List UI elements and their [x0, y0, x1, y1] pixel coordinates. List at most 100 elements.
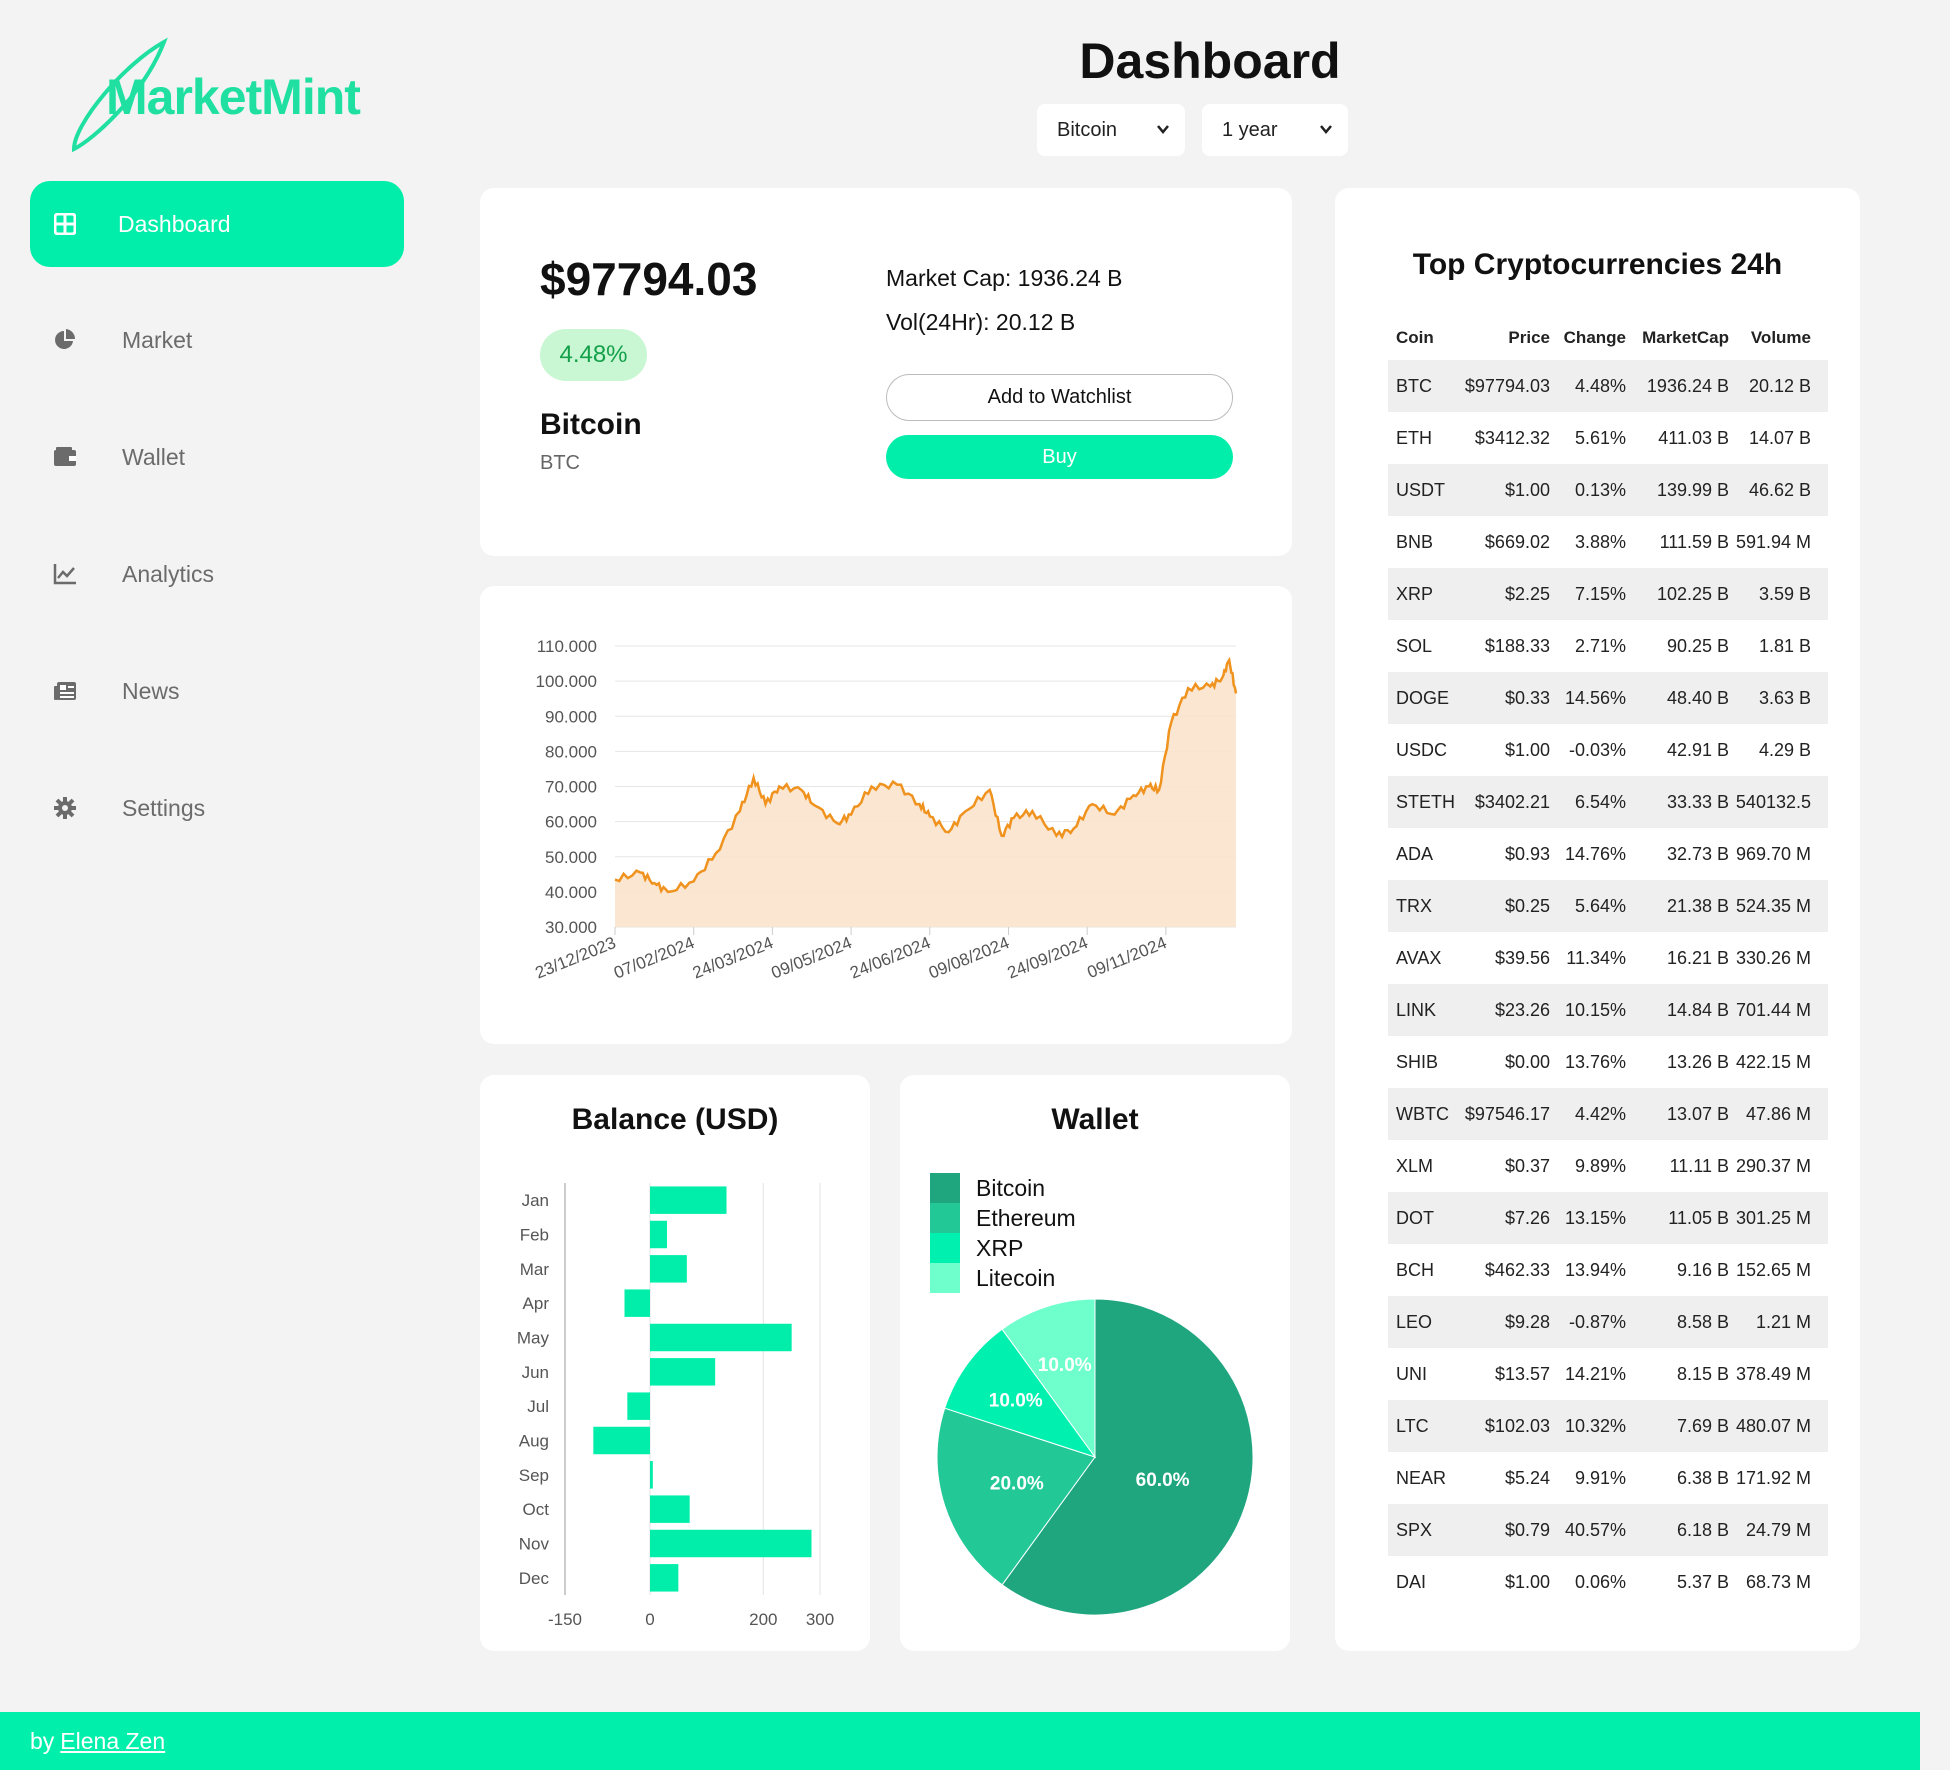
coin-select[interactable]: Bitcoin	[1037, 104, 1185, 156]
table-cell: $97546.17	[1464, 1103, 1550, 1124]
table-cell: 9.91%	[1574, 1467, 1626, 1488]
table-cell: $39.56	[1494, 947, 1550, 968]
period-select[interactable]: 1 year	[1202, 104, 1348, 156]
table-row[interactable]: LINK $23.26 10.15% 14.84 B 701.44 M	[1388, 984, 1828, 1036]
table-row[interactable]: LTC $102.03 10.32% 7.69 B 480.07 M	[1388, 1400, 1828, 1452]
table-cell: 11.05 B	[1668, 1207, 1729, 1228]
table-row[interactable]: SHIB $0.00 13.76% 13.26 B 422.15 M	[1388, 1036, 1828, 1088]
table-row[interactable]: LEO $9.28 -0.87% 8.58 B 1.21 M	[1388, 1296, 1828, 1348]
table-cell: 47.86 M	[1745, 1103, 1811, 1124]
change-badge: 4.48%	[540, 329, 647, 381]
table-row[interactable]: USDC $1.00 -0.03% 42.91 B 4.29 B	[1388, 724, 1828, 776]
y-tick-label: 50.000	[545, 848, 597, 867]
pie-value-label: 10.0%	[1038, 1355, 1092, 1376]
table-cell: $9.28	[1504, 1311, 1550, 1332]
table-cell: 16.21 B	[1666, 947, 1729, 968]
legend-swatch	[930, 1203, 960, 1233]
table-row[interactable]: ADA $0.93 14.76% 32.73 B 969.70 M	[1388, 828, 1828, 880]
table-cell: $0.25	[1504, 895, 1550, 916]
table-cell: USDC	[1396, 739, 1448, 760]
table-row[interactable]: ETH $3412.32 5.61% 411.03 B 14.07 B	[1388, 412, 1828, 464]
wallet-icon	[50, 442, 80, 472]
table-row[interactable]: UNI $13.57 14.21% 8.15 B 378.49 M	[1388, 1348, 1828, 1400]
table-cell: $188.33	[1484, 635, 1550, 656]
top-crypto-card: Top Cryptocurrencies 24h Coin Price Chan…	[1335, 188, 1860, 1651]
table-cell: LINK	[1396, 999, 1437, 1020]
table-cell: 4.48%	[1574, 375, 1626, 396]
bar	[650, 1220, 667, 1249]
table-row[interactable]: XLM $0.37 9.89% 11.11 B 290.37 M	[1388, 1140, 1828, 1192]
table-row[interactable]: DOT $7.26 13.15% 11.05 B 301.25 M	[1388, 1192, 1828, 1244]
table-cell: 1936.24 B	[1646, 375, 1729, 396]
table-cell: 2.71%	[1574, 635, 1626, 656]
table-cell: 48.40 B	[1666, 687, 1729, 708]
y-tick-label: 90.000	[545, 707, 597, 726]
table-row[interactable]: BNB $669.02 3.88% 111.59 B 591.94 M	[1388, 516, 1828, 568]
brand-logo[interactable]: MarketMint	[64, 34, 384, 159]
wallet-chart-card: Wallet Bitcoin Ethereum XRP Litecoin 60.0% 20…	[900, 1075, 1290, 1651]
legend-label: Ethereum	[976, 1205, 1076, 1231]
table-cell: 8.58 B	[1676, 1311, 1729, 1332]
x-tick-label: 24/09/2024	[1005, 933, 1091, 982]
balance-chart-title: Balance (USD)	[571, 1103, 779, 1136]
bar	[650, 1529, 812, 1558]
table-cell: 90.25 B	[1666, 635, 1729, 656]
sidebar-item-settings[interactable]: Settings	[30, 765, 404, 851]
table-cell: SHIB	[1396, 1051, 1439, 1072]
volume-24h: Vol(24Hr): 20.12 B	[886, 309, 1076, 335]
footer-prefix: by	[30, 1727, 55, 1754]
sidebar-item-analytics[interactable]: Analytics	[30, 531, 404, 617]
table-cell: LTC	[1396, 1415, 1429, 1436]
table-cell: 5.61%	[1574, 427, 1626, 448]
x-tick-label: 0	[645, 1610, 654, 1629]
table-cell: $2.25	[1504, 583, 1550, 604]
table-cell: SPX	[1396, 1519, 1433, 1540]
add-to-watchlist-button[interactable]: Add to Watchlist	[886, 374, 1233, 421]
table-row[interactable]: DOGE $0.33 14.56% 48.40 B 3.63 B	[1388, 672, 1828, 724]
chevron-down-icon	[1155, 120, 1171, 143]
table-row[interactable]: SOL $188.33 2.71% 90.25 B 1.81 B	[1388, 620, 1828, 672]
sidebar-item-market[interactable]: Market	[30, 297, 404, 383]
y-tick-label: Jul	[527, 1397, 549, 1416]
table-row[interactable]: DAI $1.00 0.06% 5.37 B 68.73 M	[1388, 1556, 1828, 1608]
sidebar-item-news[interactable]: News	[30, 648, 404, 734]
table-row[interactable]: AVAX $39.56 11.34% 16.21 B 330.26 M	[1388, 932, 1828, 984]
table-cell: 7.15%	[1574, 583, 1626, 604]
table-row[interactable]: SPX $0.79 40.57% 6.18 B 24.79 M	[1388, 1504, 1828, 1556]
bar	[627, 1392, 650, 1420]
bar	[650, 1186, 727, 1214]
table-cell: 540132.5	[1735, 791, 1811, 812]
grid-icon	[50, 209, 80, 239]
x-tick-label: -150	[548, 1610, 582, 1629]
table-row[interactable]: XRP $2.25 7.15% 102.25 B 3.59 B	[1388, 568, 1828, 620]
table-cell: USDT	[1396, 479, 1445, 500]
table-cell: 422.15 M	[1735, 1051, 1811, 1072]
table-cell: $1.00	[1504, 739, 1550, 760]
table-row[interactable]: USDT $1.00 0.13% 139.99 B 46.62 B	[1388, 464, 1828, 516]
table-row[interactable]: BTC $97794.03 4.48% 1936.24 B 20.12 B	[1388, 360, 1828, 412]
sidebar-item-dashboard[interactable]: Dashboard	[30, 181, 404, 267]
y-tick-label: Oct	[523, 1500, 550, 1519]
y-tick-label: 30.000	[545, 918, 597, 937]
table-row[interactable]: WBTC $97546.17 4.42% 13.07 B 47.86 M	[1388, 1088, 1828, 1140]
x-tick-label: 23/12/2023	[532, 933, 618, 982]
table-row[interactable]: STETH $3402.21 6.54% 33.33 B 540132.5	[1388, 776, 1828, 828]
author-link[interactable]: Elena Zen	[60, 1728, 165, 1755]
table-cell: $1.00	[1504, 1571, 1550, 1592]
table-cell: NEAR	[1396, 1467, 1447, 1488]
table-row[interactable]: BCH $462.33 13.94% 9.16 B 152.65 M	[1388, 1244, 1828, 1296]
table-cell: 10.32%	[1564, 1415, 1626, 1436]
table-cell: 3.63 B	[1758, 687, 1811, 708]
table-cell: -0.03%	[1568, 739, 1626, 760]
table-cell: 14.76%	[1564, 843, 1626, 864]
top-crypto-table: Coin Price Change MarketCap Volume BTC $9…	[1388, 316, 1828, 1608]
table-cell: 7.69 B	[1676, 1415, 1729, 1436]
table-row[interactable]: TRX $0.25 5.64% 21.38 B 524.35 M	[1388, 880, 1828, 932]
table-row[interactable]: NEAR $5.24 9.91% 6.38 B 171.92 M	[1388, 1452, 1828, 1504]
coin-summary-card: $97794.03 4.48% Bitcoin BTC Market Cap: …	[480, 188, 1292, 556]
table-cell: 11.34%	[1566, 947, 1626, 968]
table-cell: 301.25 M	[1735, 1207, 1811, 1228]
legend-swatch	[930, 1173, 960, 1203]
buy-button[interactable]: Buy	[886, 435, 1233, 479]
sidebar-item-wallet[interactable]: Wallet	[30, 414, 404, 500]
